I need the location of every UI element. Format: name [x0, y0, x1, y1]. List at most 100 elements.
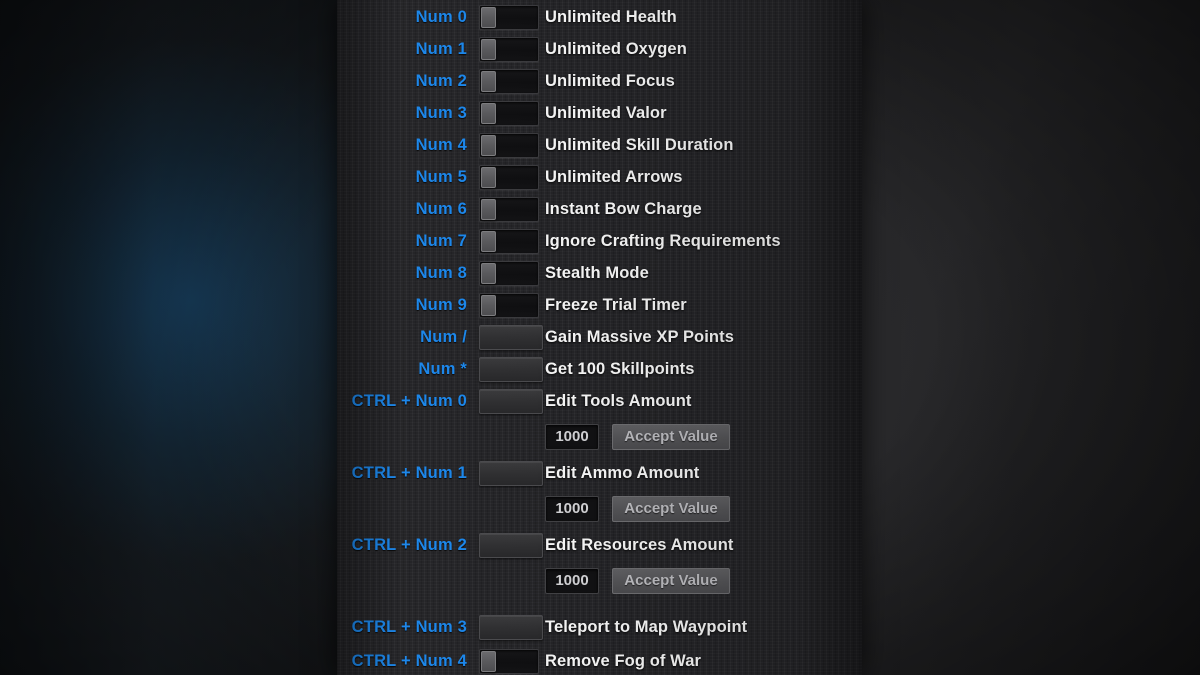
- cheat-toggle[interactable]: [479, 228, 539, 254]
- cheat-row: Num / Gain Massive XP Points: [337, 321, 862, 353]
- cheat-row: Num 8 Stealth Mode: [337, 257, 862, 289]
- cheat-label: Edit Tools Amount: [545, 391, 692, 410]
- value-editor-row: 1000 Accept Value: [337, 493, 862, 525]
- hotkey-label: Num 5: [415, 167, 467, 186]
- cheat-row: Num 4 Unlimited Skill Duration: [337, 129, 862, 161]
- value-editor-row: 1000 Accept Value: [337, 565, 862, 597]
- cheat-row: Num 3 Unlimited Valor: [337, 97, 862, 129]
- cheat-label: Unlimited Valor: [545, 103, 667, 122]
- hotkey-label: Num 8: [415, 263, 467, 282]
- cheat-toggle[interactable]: [479, 4, 539, 30]
- cheat-toggle[interactable]: [479, 196, 539, 222]
- cheat-label: Instant Bow Charge: [545, 199, 702, 218]
- toggle-knob: [481, 102, 496, 124]
- cheat-row: CTRL + Num 3 Teleport to Map Waypoint: [337, 611, 862, 643]
- cheat-row: Num * Get 100 Skillpoints: [337, 353, 862, 385]
- hotkey-label: Num /: [420, 327, 467, 346]
- cheat-toggle[interactable]: [479, 648, 539, 674]
- cheat-activate-button[interactable]: [479, 356, 543, 382]
- cheat-control-cell: [473, 324, 545, 350]
- cheat-toggle[interactable]: [479, 164, 539, 190]
- cheat-toggle[interactable]: [479, 68, 539, 94]
- cheat-control-cell: [473, 614, 545, 640]
- cheat-label: Teleport to Map Waypoint: [545, 617, 748, 636]
- cheat-label: Edit Resources Amount: [545, 535, 734, 554]
- toggle-knob: [481, 262, 496, 284]
- cheat-row: Num 1 Unlimited Oxygen: [337, 33, 862, 65]
- cheat-control-cell: [473, 228, 545, 254]
- cheat-row: Num 0 Unlimited Health: [337, 1, 862, 33]
- cheat-activate-button[interactable]: [479, 614, 543, 640]
- cheat-control-cell: [473, 196, 545, 222]
- toggle-knob: [481, 650, 496, 672]
- cheat-control-cell: [473, 164, 545, 190]
- toggle-knob: [481, 38, 496, 60]
- value-input[interactable]: 1000: [545, 424, 599, 450]
- cheat-label: Unlimited Skill Duration: [545, 135, 734, 154]
- cheat-control-cell: [473, 68, 545, 94]
- toggle-knob: [481, 230, 496, 252]
- cheat-row: CTRL + Num 1 Edit Ammo Amount: [337, 457, 862, 489]
- cheat-label: Edit Ammo Amount: [545, 463, 700, 482]
- cheat-control-cell: [473, 4, 545, 30]
- toggle-knob: [481, 198, 496, 220]
- cheat-label: Stealth Mode: [545, 263, 649, 282]
- cheat-activate-button[interactable]: [479, 532, 543, 558]
- hotkey-label: CTRL + Num 2: [351, 535, 467, 554]
- cheat-label: Get 100 Skillpoints: [545, 359, 695, 378]
- toggle-knob: [481, 294, 496, 316]
- accept-value-button[interactable]: Accept Value: [612, 568, 730, 594]
- hotkey-label: CTRL + Num 3: [351, 617, 467, 636]
- cheat-row: Num 6 Instant Bow Charge: [337, 193, 862, 225]
- cheat-toggle[interactable]: [479, 292, 539, 318]
- cheat-label: Unlimited Focus: [545, 71, 675, 90]
- cheat-control-cell: [473, 388, 545, 414]
- hotkey-label: Num 1: [415, 39, 467, 58]
- hotkey-label: Num 7: [415, 231, 467, 250]
- value-input[interactable]: 1000: [545, 496, 599, 522]
- cheat-label: Ignore Crafting Requirements: [545, 231, 781, 250]
- cheat-control-cell: [473, 292, 545, 318]
- cheat-label: Unlimited Arrows: [545, 167, 683, 186]
- cheat-activate-button[interactable]: [479, 460, 543, 486]
- cheat-control-cell: [473, 532, 545, 558]
- value-editor-row: 1000 Accept Value: [337, 421, 862, 453]
- toggle-knob: [481, 70, 496, 92]
- hotkey-label: Num 9: [415, 295, 467, 314]
- cheat-control-cell: [473, 260, 545, 286]
- cheat-label: Remove Fog of War: [545, 651, 702, 670]
- cheat-label: Unlimited Health: [545, 7, 677, 26]
- hotkey-label: Num 4: [415, 135, 467, 154]
- value-input[interactable]: 1000: [545, 568, 599, 594]
- cheat-toggle[interactable]: [479, 100, 539, 126]
- cheat-row: Num 5 Unlimited Arrows: [337, 161, 862, 193]
- cheat-row: CTRL + Num 0 Edit Tools Amount: [337, 385, 862, 417]
- accept-value-button[interactable]: Accept Value: [612, 424, 730, 450]
- cheat-control-cell: [473, 36, 545, 62]
- hotkey-label: Num 3: [415, 103, 467, 122]
- hotkey-label: CTRL + Num 0: [351, 391, 467, 410]
- cheat-row: Num 7 Ignore Crafting Requirements: [337, 225, 862, 257]
- cheat-activate-button[interactable]: [479, 388, 543, 414]
- accept-value-button[interactable]: Accept Value: [612, 496, 730, 522]
- cheat-activate-button[interactable]: [479, 324, 543, 350]
- cheat-toggle[interactable]: [479, 260, 539, 286]
- toggle-knob: [481, 6, 496, 28]
- cheat-row: Num 2 Unlimited Focus: [337, 65, 862, 97]
- cheat-control-cell: [473, 100, 545, 126]
- cheat-toggle[interactable]: [479, 36, 539, 62]
- toggle-knob: [481, 134, 496, 156]
- cheat-label: Unlimited Oxygen: [545, 39, 687, 58]
- hotkey-label: CTRL + Num 1: [351, 463, 467, 482]
- cheat-label: Gain Massive XP Points: [545, 327, 734, 346]
- cheat-row: CTRL + Num 2 Edit Resources Amount: [337, 529, 862, 561]
- cheat-control-cell: [473, 648, 545, 674]
- cheat-control-cell: [473, 132, 545, 158]
- hotkey-label: Num 2: [415, 71, 467, 90]
- hotkey-label: Num *: [418, 359, 467, 378]
- hotkey-label: Num 0: [415, 7, 467, 26]
- cheat-row: Num 9 Freeze Trial Timer: [337, 289, 862, 321]
- cheat-control-cell: [473, 356, 545, 382]
- cheat-row: CTRL + Num 4 Remove Fog of War: [337, 645, 862, 675]
- cheat-toggle[interactable]: [479, 132, 539, 158]
